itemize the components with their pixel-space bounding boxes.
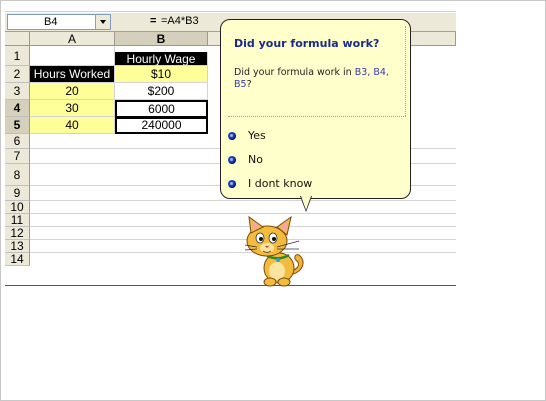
cell-a4[interactable]: 30: [30, 100, 115, 117]
name-box[interactable]: B4: [7, 14, 111, 30]
row-header-14[interactable]: 14: [5, 253, 30, 266]
option-label: I dont know: [248, 177, 313, 190]
formula-input[interactable]: =A4*B3: [161, 15, 199, 27]
cell-b5[interactable]: 240000: [115, 117, 208, 134]
blue-bullet-icon: [228, 156, 236, 164]
cell-b2[interactable]: $10: [115, 66, 208, 83]
grid-line: [30, 200, 456, 201]
balloon-tail-fill: [301, 196, 311, 210]
row-header-7[interactable]: 7: [5, 149, 30, 164]
row-header-8[interactable]: 8: [5, 164, 30, 186]
row-header-5[interactable]: 5: [5, 117, 30, 134]
balloon-text-prefix: Did your formula work in: [234, 67, 355, 78]
cell-b1[interactable]: Hourly Wage: [115, 52, 208, 66]
cell-b4[interactable]: 6000: [115, 100, 208, 118]
name-box-value: B4: [44, 16, 58, 28]
column-header-a[interactable]: A: [30, 32, 115, 46]
row-header-1[interactable]: 1: [5, 46, 30, 66]
balloon-text-suffix: ?: [246, 79, 252, 90]
option-label: Yes: [248, 129, 266, 142]
assistant-balloon: Did your formula work? Did your formula …: [220, 19, 411, 199]
cell-b3[interactable]: $200: [115, 83, 208, 100]
balloon-text: Did your formula work in B3, B4, B5?: [234, 67, 394, 91]
cell-a1[interactable]: [30, 46, 115, 66]
row-header-4[interactable]: 4: [5, 100, 30, 117]
cell-a3[interactable]: 20: [30, 83, 115, 100]
blue-bullet-icon: [228, 132, 236, 140]
row-header-6[interactable]: 6: [5, 134, 30, 149]
toolbar-divider: [5, 11, 456, 12]
grid-bottom-edge: [5, 285, 456, 286]
office-cat-assistant-icon[interactable]: [237, 213, 313, 288]
formula-equals-button[interactable]: =: [150, 15, 156, 27]
cell-a2[interactable]: Hours Worked: [30, 66, 115, 83]
balloon-divider: [228, 116, 406, 118]
cell-a5[interactable]: 40: [30, 117, 115, 134]
blue-bullet-icon: [228, 180, 236, 188]
balloon-title: Did your formula work?: [234, 37, 380, 50]
option-label: No: [248, 153, 263, 166]
balloon-divider-vertical: [405, 26, 407, 116]
row-header-9[interactable]: 9: [5, 186, 30, 201]
select-all-corner[interactable]: [5, 32, 30, 46]
chevron-down-icon[interactable]: [95, 15, 110, 29]
row-header-2[interactable]: 2: [5, 66, 30, 83]
row-header-3[interactable]: 3: [5, 83, 30, 100]
column-header-b[interactable]: B: [115, 32, 208, 46]
